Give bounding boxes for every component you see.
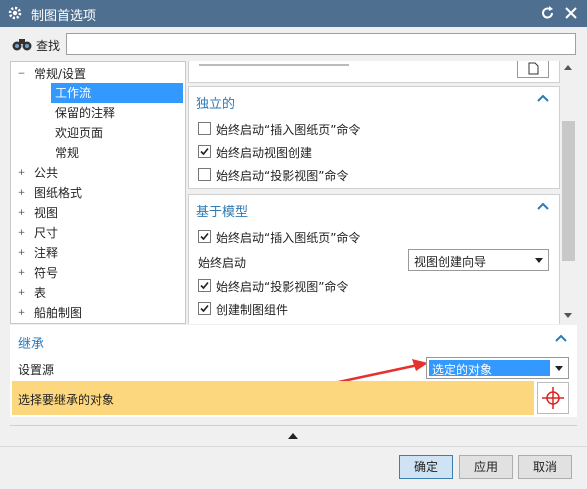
- gear-icon: [8, 6, 22, 20]
- expand-icon[interactable]: +: [17, 229, 26, 238]
- model-based-header: 基于模型: [196, 205, 249, 220]
- scroll-thumb[interactable]: [562, 121, 575, 261]
- scroll-down-icon[interactable]: [564, 313, 572, 318]
- standalone-insert-sheet-label: 始终启动“插入图纸页”命令: [216, 123, 361, 137]
- dropdown-arrow-icon: [555, 366, 563, 371]
- settings-panel: 独立的 始终启动“插入图纸页”命令 始终启动视图创建 始终启动“投影视图”命令 …: [188, 61, 560, 324]
- select-object-button[interactable]: [537, 382, 569, 414]
- checkbox-create-drafting-component[interactable]: [198, 302, 211, 315]
- chevron-up-icon[interactable]: [537, 93, 549, 103]
- checkbox-model-projected-view[interactable]: [198, 279, 211, 292]
- select-object-label: 选择要继承的对象: [18, 393, 115, 407]
- expand-icon[interactable]: +: [17, 209, 26, 218]
- model-insert-sheet-label: 始终启动“插入图纸页”命令: [216, 231, 361, 245]
- standalone-header: 独立的: [196, 97, 236, 112]
- always-start-label: 始终启动: [198, 256, 247, 270]
- search-input[interactable]: [66, 33, 576, 55]
- crosshair-icon: [542, 387, 564, 409]
- checkbox-standalone-insert-sheet[interactable]: [198, 122, 211, 135]
- settings-source-dropdown[interactable]: 选定的对象: [426, 357, 569, 379]
- tree-item-welcome-page[interactable]: 欢迎页面: [55, 123, 103, 143]
- standalone-view-creation-label: 始终启动视图创建: [216, 146, 313, 160]
- scrolled-panel-fragment: [188, 61, 560, 83]
- chevron-up-icon[interactable]: [555, 333, 567, 343]
- dropdown-arrow-icon: [535, 258, 543, 263]
- search-row: 查找: [0, 27, 587, 61]
- standalone-projected-view-label: 始终启动“投影视图”命令: [216, 169, 349, 183]
- title-bar: 制图首选项: [0, 0, 587, 27]
- expand-icon[interactable]: +: [17, 289, 26, 298]
- expand-icon[interactable]: +: [17, 309, 26, 318]
- divider: [10, 425, 577, 426]
- expand-icon[interactable]: +: [17, 269, 26, 278]
- button-bar: 确定 应用 取消: [0, 446, 587, 489]
- cancel-button[interactable]: 取消: [518, 455, 572, 479]
- chevron-up-icon[interactable]: [537, 201, 549, 211]
- clipped-text-fragment: [199, 64, 349, 66]
- scroll-up-icon[interactable]: [564, 65, 572, 70]
- always-start-dropdown[interactable]: 视图创建向导: [408, 249, 549, 271]
- reset-icon[interactable]: [540, 5, 556, 21]
- checkbox-model-insert-sheet[interactable]: [198, 230, 211, 243]
- model-based-panel: 基于模型 始终启动“插入图纸页”命令 始终启动 视图创建向导 始终启动“投影视图…: [188, 194, 560, 324]
- expand-icon[interactable]: +: [17, 169, 26, 178]
- binoculars-icon: [12, 39, 32, 51]
- model-projected-view-label: 始终启动“投影视图”命令: [216, 280, 349, 294]
- inherit-section: 继承 设置源 选定的对象 选择要继承的对象: [10, 325, 577, 417]
- expand-icon[interactable]: +: [17, 189, 26, 198]
- checkbox-standalone-projected-view[interactable]: [198, 168, 211, 181]
- select-object-row[interactable]: 选择要继承的对象: [12, 381, 534, 415]
- checkbox-standalone-view-creation[interactable]: [198, 145, 211, 158]
- collapse-dialog-icon[interactable]: [288, 433, 298, 439]
- ok-button[interactable]: 确定: [399, 455, 453, 479]
- tree-item-retained-annotations[interactable]: 保留的注释: [55, 103, 115, 123]
- settings-source-label: 设置源: [18, 363, 55, 377]
- expand-icon[interactable]: +: [17, 249, 26, 258]
- apply-button[interactable]: 应用: [459, 455, 513, 479]
- tree-item-general[interactable]: 常规: [55, 143, 79, 163]
- search-label: 查找: [36, 39, 61, 53]
- create-drafting-component-label: 创建制图组件: [216, 303, 289, 317]
- close-icon[interactable]: [563, 5, 579, 21]
- vertical-scrollbar[interactable]: [560, 61, 577, 324]
- window-title: 制图首选项: [31, 9, 97, 24]
- page-icon: [528, 62, 539, 75]
- category-tree: − 常规/设置 工作流 保留的注释 欢迎页面 常规 + 公共 + 图纸格式 + …: [10, 61, 186, 324]
- inherit-header: 继承: [18, 337, 45, 352]
- page-icon-button[interactable]: [517, 61, 549, 78]
- collapse-icon[interactable]: −: [17, 70, 26, 79]
- tree-item-workflow[interactable]: 工作流: [51, 83, 183, 103]
- standalone-panel: 独立的 始终启动“插入图纸页”命令 始终启动视图创建 始终启动“投影视图”命令: [188, 86, 560, 189]
